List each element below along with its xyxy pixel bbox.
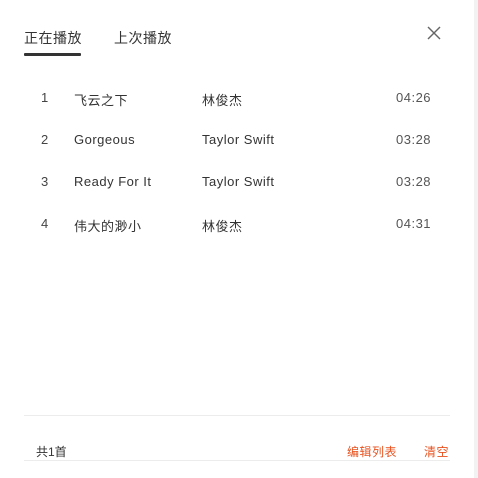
track-index: 1 — [41, 90, 49, 105]
track-title: Gorgeous — [74, 132, 136, 147]
track-artist: Taylor Swift — [202, 174, 275, 189]
track-row[interactable]: 3 Ready For It Taylor Swift 03:28 — [24, 161, 450, 203]
scroll-edge — [474, 0, 478, 478]
track-title: 飞云之下 — [74, 93, 129, 108]
clear-button[interactable]: 清空 — [424, 443, 449, 460]
track-duration: 03:28 — [396, 132, 432, 147]
track-row[interactable]: 1 飞云之下 林俊杰 04:26 — [24, 77, 450, 119]
track-duration: 04:26 — [396, 90, 432, 105]
track-count: 共1首 — [36, 445, 67, 459]
close-button[interactable] — [425, 24, 443, 42]
now-playing-panel: 正在播放 上次播放 1 飞云之下 林俊杰 04:26 2 Gorgeous Ta… — [0, 0, 474, 478]
footer-bottom-divider — [24, 460, 450, 461]
track-title: 伟大的渺小 — [74, 219, 142, 234]
tab-now-playing[interactable]: 正在播放 — [24, 28, 82, 48]
track-index: 2 — [41, 132, 49, 147]
track-index: 4 — [41, 216, 49, 231]
track-artist: Taylor Swift — [202, 132, 275, 147]
track-duration: 04:31 — [396, 216, 432, 231]
close-icon — [427, 26, 441, 40]
track-row[interactable]: 2 Gorgeous Taylor Swift 03:28 — [24, 119, 450, 161]
track-title: Ready For It — [74, 174, 152, 189]
track-artist: 林俊杰 — [202, 219, 243, 234]
tab-last-played[interactable]: 上次播放 — [114, 28, 172, 48]
track-artist: 林俊杰 — [202, 93, 243, 108]
track-list: 1 飞云之下 林俊杰 04:26 2 Gorgeous Taylor Swift… — [24, 77, 450, 245]
track-index: 3 — [41, 174, 49, 189]
active-tab-underline — [24, 53, 81, 56]
edit-list-button[interactable]: 编辑列表 — [347, 443, 397, 460]
track-duration: 03:28 — [396, 174, 432, 189]
track-row[interactable]: 4 伟大的渺小 林俊杰 04:31 — [24, 203, 450, 245]
footer-divider — [24, 415, 450, 416]
